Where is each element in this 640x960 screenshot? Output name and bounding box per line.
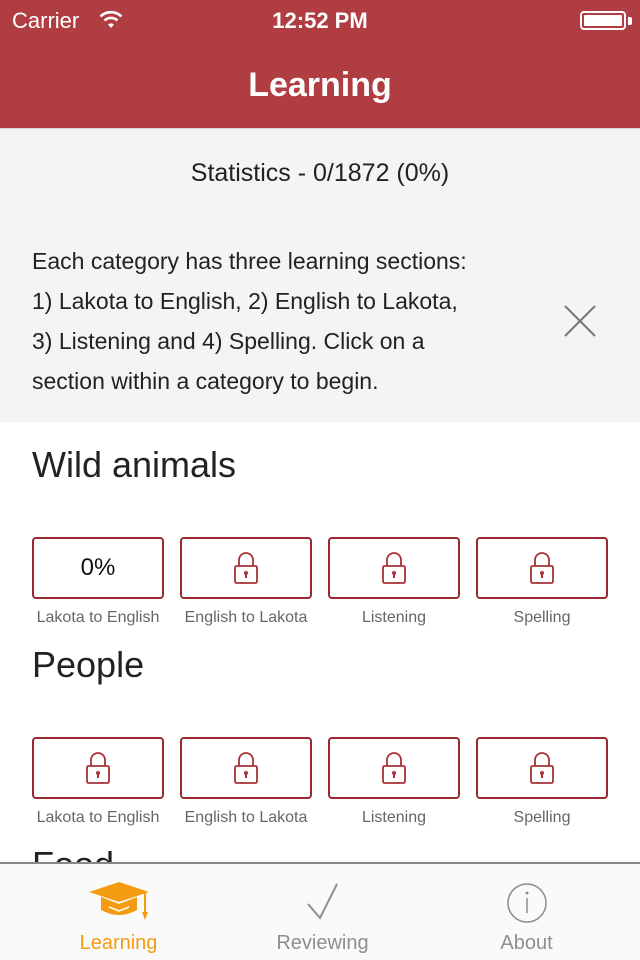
section-button[interactable]: [476, 537, 608, 599]
statistics-label: Statistics - 0/1872 (0%): [190, 159, 450, 187]
section-english-to-lakota[interactable]: English to Lakota: [180, 737, 312, 827]
instructions-text: Each category has three learning section…: [32, 241, 532, 401]
section-button[interactable]: [180, 737, 312, 799]
info-icon: [506, 883, 547, 923]
section-button[interactable]: [328, 537, 460, 599]
info-panel: Statistics - 0/1872 (0%) Each category h…: [0, 128, 640, 422]
page-title: Learning: [248, 66, 392, 104]
header: Carrier 12:52 PM Learning: [0, 0, 640, 128]
section-label: Spelling: [513, 809, 571, 826]
progress-label: 0%: [80, 554, 116, 581]
lock-icon: [234, 752, 258, 784]
category-list: Wild animals 0% Lakota to English Englis…: [0, 422, 640, 862]
category-title: People: [32, 644, 145, 685]
section-button[interactable]: [180, 537, 312, 599]
lock-icon: [530, 552, 554, 584]
tab-reviewing[interactable]: Reviewing: [216, 864, 429, 960]
section-lakota-to-english[interactable]: Lakota to English: [32, 737, 164, 827]
tab-learning[interactable]: Learning: [12, 864, 225, 960]
section-label: Listening: [361, 609, 427, 626]
instructions-line: 1) Lakota to English, 2) English to Lako…: [32, 288, 458, 314]
category-title: Food: [32, 844, 114, 862]
tab-label: Reviewing: [276, 932, 369, 954]
section-button[interactable]: [476, 737, 608, 799]
clock: 12:52 PM: [272, 8, 368, 33]
section-label: Listening: [361, 809, 427, 826]
instructions-line: Each category has three learning section…: [32, 248, 467, 274]
category-title: Wild animals: [32, 444, 237, 485]
graduation-cap-icon: [88, 882, 149, 920]
section-label: Spelling: [513, 609, 571, 626]
tab-label: Learning: [79, 932, 158, 954]
section-label: Lakota to English: [36, 609, 160, 626]
section-spelling[interactable]: Spelling: [476, 737, 608, 827]
tab-label: About: [500, 932, 553, 954]
lock-icon: [234, 552, 258, 584]
section-label: English to Lakota: [184, 809, 308, 826]
lock-icon: [530, 752, 554, 784]
section-label: Lakota to English: [36, 809, 160, 826]
section-listening[interactable]: Listening: [328, 737, 460, 827]
battery-icon: [580, 11, 626, 30]
close-icon[interactable]: [560, 301, 600, 341]
section-button[interactable]: [328, 737, 460, 799]
status-bar: Carrier 12:52 PM: [0, 0, 640, 40]
section-button[interactable]: 0%: [32, 537, 164, 599]
lock-icon: [382, 752, 406, 784]
tab-about[interactable]: About: [420, 864, 633, 960]
section-lakota-to-english[interactable]: 0% Lakota to English: [32, 537, 164, 627]
instructions-line: section within a category to begin.: [32, 368, 379, 394]
section-spelling[interactable]: Spelling: [476, 537, 608, 627]
section-english-to-lakota[interactable]: English to Lakota: [180, 537, 312, 627]
section-label: English to Lakota: [184, 609, 308, 626]
tab-bar: Learning Reviewing About: [0, 862, 640, 960]
lock-icon: [382, 552, 406, 584]
battery-tip: [628, 17, 632, 25]
section-listening[interactable]: Listening: [328, 537, 460, 627]
lock-icon: [86, 752, 110, 784]
instructions-line: 3) Listening and 4) Spelling. Click on a: [32, 328, 425, 354]
checkmark-icon: [306, 883, 338, 920]
section-button[interactable]: [32, 737, 164, 799]
